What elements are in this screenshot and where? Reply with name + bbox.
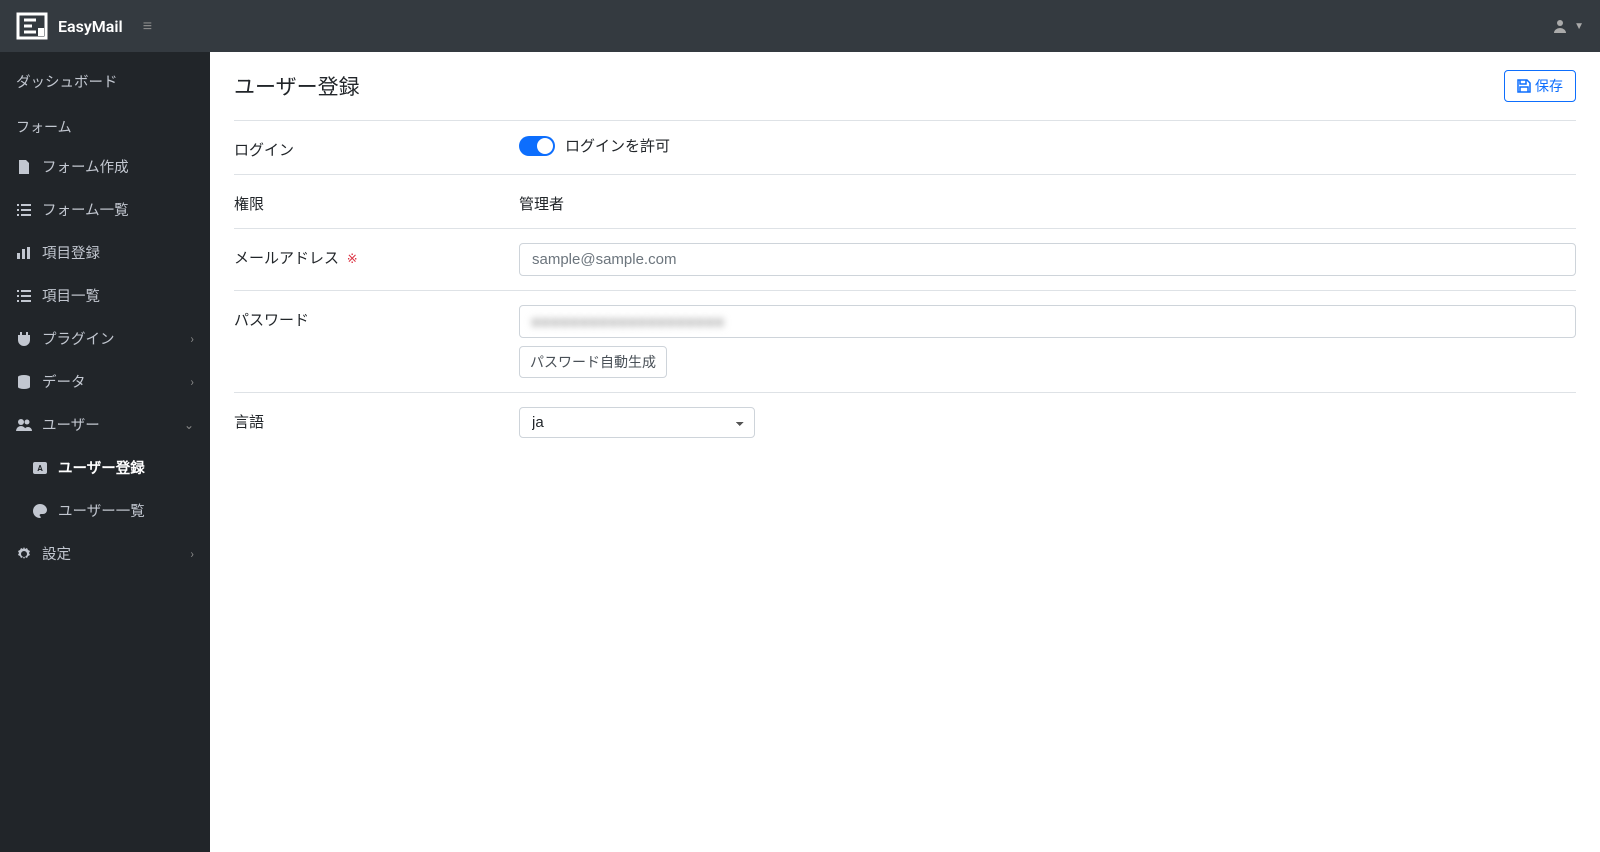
- navbar: EasyMail ≡ ▼: [0, 0, 1600, 52]
- logo-icon: [16, 10, 48, 42]
- page-header: ユーザー登録 保存: [234, 70, 1576, 121]
- main-content: ユーザー登録 保存 ログイン ログインを許可 権限 管理者: [210, 52, 1600, 852]
- email-label-text: メールアドレス: [234, 249, 339, 267]
- sidebar-heading-forms: フォーム: [0, 103, 210, 145]
- chevron-down-icon: ⌄: [184, 418, 194, 432]
- svg-text:A: A: [37, 464, 43, 473]
- login-toggle[interactable]: [519, 136, 555, 156]
- plug-icon: [16, 331, 32, 347]
- file-icon: [16, 159, 32, 175]
- user-menu[interactable]: ▼: [1552, 18, 1584, 34]
- sidebar-item-item-list[interactable]: 項目一覧: [0, 274, 210, 317]
- email-input[interactable]: [519, 243, 1576, 276]
- form-row-language: 言語 ja: [234, 393, 1576, 452]
- sidebar-item-label: 項目一覧: [42, 285, 100, 306]
- sidebar-item-label: ユーザー: [42, 414, 100, 435]
- required-mark: ※: [347, 252, 358, 267]
- gear-icon: [16, 546, 32, 562]
- sidebar-subitem-user-list[interactable]: ユーザー一覧: [0, 489, 210, 532]
- sidebar: ダッシュボード フォーム フォーム作成 フォーム一覧 項目登録 項目一: [0, 52, 210, 852]
- email-label: メールアドレス ※: [234, 243, 519, 268]
- form-row-password: パスワード ●●●●●●●●●●●●●●●●●●●● パスワード自動生成: [234, 291, 1576, 393]
- chevron-right-icon: ›: [190, 375, 194, 389]
- palette-icon: [32, 503, 48, 519]
- password-generate-button[interactable]: パスワード自動生成: [519, 346, 667, 378]
- sidebar-item-dashboard[interactable]: ダッシュボード: [0, 60, 210, 103]
- sidebar-item-label: 設定: [42, 543, 71, 564]
- chevron-right-icon: ›: [190, 547, 194, 561]
- sidebar-subitem-user-register[interactable]: A ユーザー登録: [0, 446, 210, 489]
- save-button[interactable]: 保存: [1504, 70, 1576, 102]
- database-icon: [16, 374, 32, 390]
- sidebar-item-label: フォーム作成: [42, 156, 129, 177]
- dashboard-icon: [16, 245, 32, 261]
- list-icon: [16, 288, 32, 304]
- text-icon: A: [32, 460, 48, 476]
- sidebar-item-form-create[interactable]: フォーム作成: [0, 145, 210, 188]
- form-row-role: 権限 管理者: [234, 175, 1576, 229]
- role-label: 権限: [234, 189, 519, 214]
- page-title: ユーザー登録: [234, 71, 360, 101]
- menu-toggle-icon[interactable]: ≡: [143, 16, 152, 36]
- sidebar-item-label: ダッシュボード: [16, 71, 118, 92]
- sidebar-item-label: 項目登録: [42, 242, 100, 263]
- caret-down-icon: ▼: [1574, 21, 1584, 32]
- list-icon: [16, 202, 32, 218]
- sidebar-item-label: フォーム一覧: [42, 199, 129, 220]
- save-icon: [1517, 79, 1531, 93]
- user-icon: [1552, 18, 1568, 34]
- password-input[interactable]: [519, 305, 1576, 338]
- sidebar-item-label: データ: [42, 371, 86, 392]
- sidebar-item-item-register[interactable]: 項目登録: [0, 231, 210, 274]
- chevron-right-icon: ›: [190, 332, 194, 346]
- save-button-label: 保存: [1535, 76, 1563, 96]
- sidebar-item-data[interactable]: データ ›: [0, 360, 210, 403]
- form-row-email: メールアドレス ※: [234, 229, 1576, 291]
- sidebar-item-label: ユーザー登録: [58, 457, 145, 478]
- sidebar-item-label: ユーザー一覧: [58, 500, 145, 521]
- navbar-brand: EasyMail: [58, 17, 123, 36]
- language-label: 言語: [234, 407, 519, 432]
- password-label: パスワード: [234, 305, 519, 330]
- sidebar-item-form-list[interactable]: フォーム一覧: [0, 188, 210, 231]
- navbar-logo-area[interactable]: EasyMail: [16, 10, 123, 42]
- sidebar-item-settings[interactable]: 設定 ›: [0, 532, 210, 575]
- sidebar-item-plugin[interactable]: プラグイン ›: [0, 317, 210, 360]
- form-row-login: ログイン ログインを許可: [234, 121, 1576, 175]
- sidebar-item-label: プラグイン: [42, 328, 115, 349]
- sidebar-item-user[interactable]: ユーザー ⌄: [0, 403, 210, 446]
- login-label: ログイン: [234, 135, 519, 160]
- language-select[interactable]: ja: [519, 407, 755, 438]
- users-icon: [16, 417, 32, 433]
- role-value: 管理者: [519, 189, 1576, 214]
- login-toggle-label: ログインを許可: [565, 135, 670, 156]
